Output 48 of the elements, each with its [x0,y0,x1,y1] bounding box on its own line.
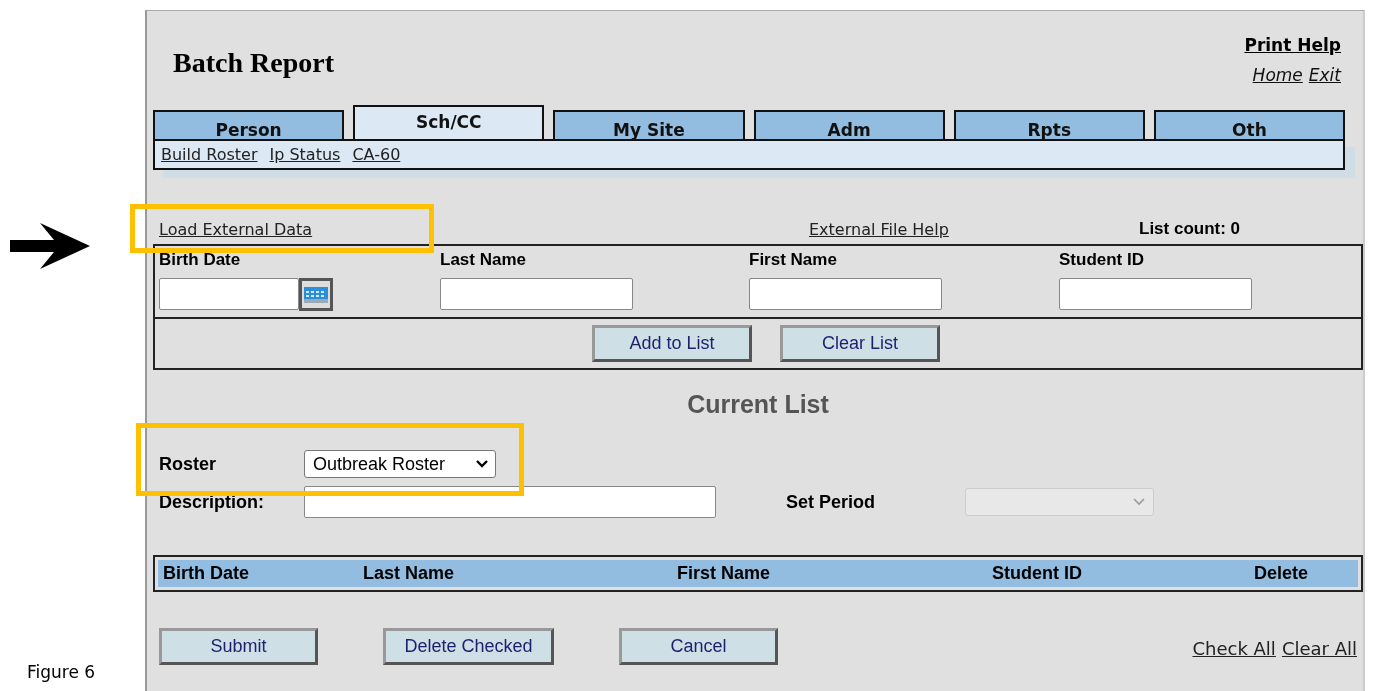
list-count: List count: 0 [1139,219,1241,239]
text-field[interactable] [1059,278,1252,310]
roster-label: Roster [159,453,217,475]
text-field[interactable] [440,278,633,310]
nav-link[interactable]: Exit [1308,65,1341,85]
column-header: First Name [677,563,772,584]
roster-dropdown[interactable]: Outbreak Roster [304,450,496,478]
chevron-down-icon [1133,498,1145,506]
tab[interactable]: Adm [753,110,945,139]
tab[interactable]: Person [153,110,345,139]
description-label: Description: [159,491,265,513]
description-field[interactable] [304,486,716,518]
column-header: Birth Date [163,563,250,584]
action-button[interactable]: Delete Checked [383,628,554,665]
field-label: Last Name [440,250,527,270]
set-period-label: Set Period [786,491,877,513]
tab[interactable]: My Site [553,110,745,139]
tab[interactable]: Sch/CC [353,105,545,139]
print-help-link[interactable]: Print Help [1244,35,1341,55]
column-header: Last Name [363,563,456,584]
column-header: Student ID [992,563,1083,584]
action-button[interactable]: Submit [159,628,318,665]
subnav-link[interactable]: Build Roster [161,145,258,164]
action-button[interactable]: Cancel [619,628,778,665]
tab[interactable]: Rpts [953,110,1145,139]
figure-caption: Figure 6 [27,662,96,682]
calendar-icon [304,286,328,303]
check-link[interactable]: Check All [1192,638,1276,659]
arrow-icon [10,221,90,271]
field-label: First Name [749,250,838,270]
form-button[interactable]: Clear List [780,325,940,362]
page-title: Batch Report [173,47,334,80]
chevron-down-icon [476,460,488,468]
field-label: Birth Date [159,250,242,270]
tab[interactable]: Oth [1153,110,1346,139]
form-button[interactable]: Add to List [592,325,752,362]
column-header: Delete [1254,563,1310,584]
subnav-link[interactable]: CA-60 [352,145,401,164]
calendar-button[interactable] [299,278,333,311]
text-field[interactable] [749,278,942,310]
load-external-data-link[interactable]: Load External Data [159,219,313,239]
external-file-help-link[interactable]: External File Help [809,219,1139,239]
date-field[interactable] [159,278,299,310]
subnav-link[interactable]: Ip Status [269,145,341,164]
field-label: Student ID [1059,250,1145,270]
check-link[interactable]: Clear All [1281,638,1357,659]
nav-link[interactable]: Home [1252,65,1303,85]
section-title: Current List [686,390,830,419]
